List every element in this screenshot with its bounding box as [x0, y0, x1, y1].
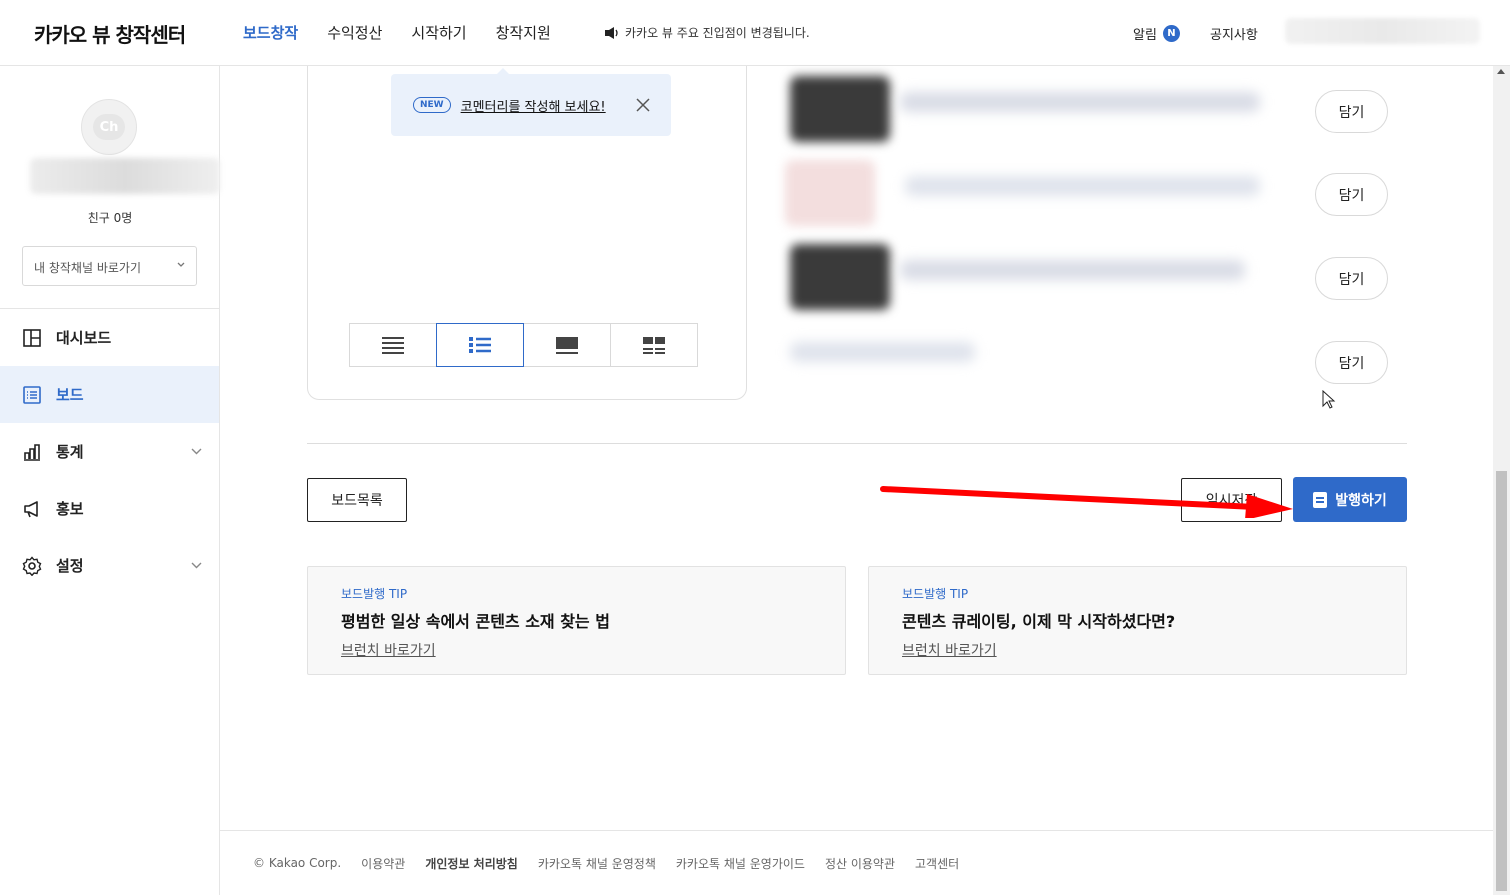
close-icon[interactable]: [635, 97, 651, 113]
channel-logo-icon: Ch: [93, 114, 125, 140]
nav-getting-started[interactable]: 시작하기: [411, 22, 466, 43]
content-title-blurred: [905, 176, 1260, 196]
content-thumbnail: [785, 160, 875, 226]
commentary-tooltip: NEW 코멘터리를 작성해 보세요!: [391, 68, 671, 136]
add-content-button[interactable]: 담기: [1315, 341, 1388, 384]
brunch-link[interactable]: 브런치 바로가기: [341, 643, 436, 659]
footer: © Kakao Corp. 이용약관 개인정보 처리방침 카카오톡 채널 운영정…: [220, 830, 1510, 895]
megaphone-icon: [24, 500, 38, 517]
chevron-down-icon: [191, 562, 202, 569]
content-title-blurred: [900, 260, 1245, 280]
nav-board-create[interactable]: 보드창작: [243, 22, 298, 43]
sidebar-item-board[interactable]: 보드: [0, 366, 219, 423]
sidebar-item-label: 대시보드: [56, 329, 112, 347]
footer-link-customer-center[interactable]: 고객센터: [915, 855, 959, 872]
sidebar-item-stats[interactable]: 통계: [0, 423, 219, 480]
new-alarm-badge: N: [1162, 25, 1180, 42]
tip-label: 보드발행 TIP: [902, 587, 969, 601]
friend-count: 친구 0명: [87, 211, 133, 225]
tip-card: 보드발행 TIP 평범한 일상 속에서 콘텐츠 소재 찾는 법 브런치 바로가기: [307, 566, 846, 675]
content-thumbnail: [790, 244, 890, 310]
scrollbar-thumb[interactable]: [1496, 471, 1507, 891]
card-layout-icon: [556, 337, 578, 354]
tip-card: 보드발행 TIP 콘텐츠 큐레이팅, 이제 막 시작하셨다면? 브런치 바로가기: [868, 566, 1407, 675]
layout-option-card[interactable]: [523, 323, 611, 367]
nav-revenue[interactable]: 수익정산: [327, 22, 382, 43]
sidebar-item-label: 홍보: [56, 500, 84, 518]
channel-select[interactable]: 내 창작채널 바로가기: [22, 246, 197, 286]
add-content-button[interactable]: 담기: [1315, 90, 1388, 133]
channel-avatar: Ch: [81, 99, 137, 155]
speaker-icon: [605, 26, 618, 39]
brunch-link[interactable]: 브런치 바로가기: [902, 643, 997, 659]
board-list-button[interactable]: 보드목록: [307, 478, 407, 522]
alarm-button[interactable]: 알림 N: [1133, 24, 1180, 43]
vertical-scrollbar[interactable]: [1493, 66, 1510, 895]
layout-selector: [349, 323, 698, 367]
grid-layout-icon: [643, 337, 665, 354]
annotation-arrow-icon: [880, 486, 1293, 518]
sidebar: Ch 친구 0명 내 창작채널 바로가기 대시보드 보드 통계 홍보 설정: [0, 66, 220, 895]
notice-text: 카카오 뷰 주요 진입점이 변경됩니다.: [625, 26, 810, 40]
tip-title: 콘텐츠 큐레이팅, 이제 막 시작하셨다면?: [902, 612, 1176, 631]
channel-select-label: 내 창작채널 바로가기: [34, 261, 141, 275]
sidebar-item-dashboard[interactable]: 대시보드: [0, 309, 219, 366]
gear-icon: [22, 555, 42, 576]
new-badge: NEW: [413, 97, 451, 113]
document-icon: [1313, 491, 1328, 508]
global-nav: 보드창작 수익정산 시작하기 창작지원: [243, 22, 551, 43]
sidebar-item-label: 설정: [56, 557, 84, 575]
add-content-button[interactable]: 담기: [1315, 173, 1388, 216]
footer-link-channel-guide[interactable]: 카카오톡 채널 운영가이드: [676, 855, 805, 872]
footer-link-terms[interactable]: 이용약관: [361, 855, 405, 872]
content-title-blurred: [900, 92, 1260, 112]
copyright: © Kakao Corp.: [253, 856, 342, 870]
dashboard-icon: [23, 328, 41, 347]
chart-icon: [24, 443, 40, 461]
sidebar-menu: 대시보드 보드 통계 홍보 설정: [0, 309, 219, 594]
user-account-blurred[interactable]: [1285, 18, 1480, 44]
notice-link[interactable]: 공지사항: [1210, 24, 1258, 43]
sidebar-item-promotion[interactable]: 홍보: [0, 480, 219, 537]
layout-option-list-thumb[interactable]: [436, 323, 524, 367]
sidebar-item-label: 통계: [56, 443, 84, 461]
sidebar-item-settings[interactable]: 설정: [0, 537, 219, 594]
list-layout-icon: [382, 337, 404, 354]
add-content-button[interactable]: 담기: [1315, 257, 1388, 300]
nav-creator-support[interactable]: 창작지원: [496, 22, 551, 43]
chevron-down-icon: [177, 262, 185, 267]
scroll-up-icon[interactable]: [1497, 69, 1505, 74]
tip-label: 보드발행 TIP: [341, 587, 408, 601]
sidebar-item-label: 보드: [56, 386, 84, 404]
content-title-blurred: [790, 342, 975, 362]
notice-banner[interactable]: 카카오 뷰 주요 진입점이 변경됩니다.: [604, 24, 810, 41]
content-thumbnail: [790, 76, 890, 142]
tip-title: 평범한 일상 속에서 콘텐츠 소재 찾는 법: [341, 612, 610, 631]
channel-name-blurred: [30, 158, 220, 194]
write-commentary-link[interactable]: 코멘터리를 작성해 보세요!: [461, 96, 606, 115]
publish-button[interactable]: 발행하기: [1293, 477, 1407, 522]
footer-link-settlement-terms[interactable]: 정산 이용약관: [825, 855, 895, 872]
footer-link-channel-policy[interactable]: 카카오톡 채널 운영정책: [538, 855, 656, 872]
publish-label: 발행하기: [1335, 492, 1387, 509]
chevron-down-icon: [191, 448, 202, 455]
mouse-cursor-icon: [1322, 390, 1336, 409]
footer-link-privacy[interactable]: 개인정보 처리방침: [425, 855, 518, 872]
top-header: 카카오 뷰 창작센터 보드창작 수익정산 시작하기 창작지원 카카오 뷰 주요 …: [0, 0, 1510, 66]
list-thumb-layout-icon: [469, 337, 491, 353]
alarm-label: 알림: [1133, 28, 1157, 43]
site-logo[interactable]: 카카오 뷰 창작센터: [34, 19, 186, 48]
section-divider: [307, 443, 1407, 444]
layout-option-list[interactable]: [349, 323, 437, 367]
board-icon: [23, 385, 41, 404]
layout-option-grid[interactable]: [610, 323, 698, 367]
